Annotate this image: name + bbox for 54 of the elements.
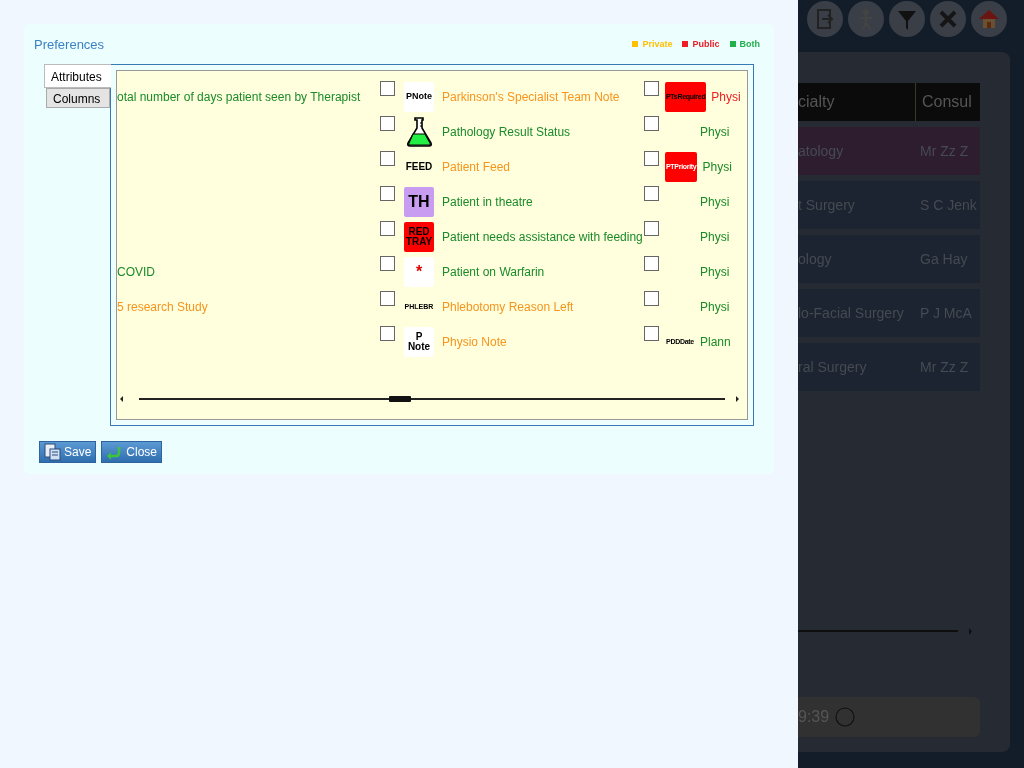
checkbox[interactable] [644, 291, 659, 306]
close-button[interactable]: Close [101, 441, 163, 463]
checkbox[interactable] [644, 221, 659, 236]
checkbox[interactable] [380, 116, 395, 131]
badge-icon: RED TRAY [404, 222, 434, 252]
checkbox[interactable] [380, 291, 395, 306]
attribute-label: otal number of days patient seen by Therapist [117, 89, 361, 106]
attribute-label: Physi [700, 299, 730, 316]
attribute-label: Patient in theatre [442, 194, 533, 211]
dialog-title: Preferences [34, 36, 105, 52]
flask-icon [404, 117, 434, 147]
checkbox[interactable] [380, 326, 395, 341]
attribute-label: Physi [702, 159, 732, 176]
attribute-label: Physio Note [442, 334, 507, 351]
tab[interactable]: Attributes [44, 64, 111, 88]
attribute-label: Patient needs assistance with feeding [442, 229, 643, 246]
checkbox[interactable] [380, 186, 395, 201]
badge-icon: FEED [404, 152, 434, 182]
attribute-label: Plann [700, 334, 731, 351]
attribute-label: Physi [700, 194, 730, 211]
column-header: cialty [798, 83, 916, 121]
checkbox[interactable] [644, 256, 659, 271]
checkbox[interactable] [644, 186, 659, 201]
checkbox[interactable] [380, 151, 395, 166]
legend-label: Both [739, 39, 760, 49]
save-button[interactable]: Save [39, 441, 97, 463]
attribute-label: Physi [700, 264, 730, 281]
attribute-label: Phlebotomy Reason Left [442, 299, 574, 316]
legend-label: Private [642, 39, 673, 49]
document-icon [43, 443, 61, 461]
checkbox[interactable] [644, 151, 659, 166]
attribute-label: 5 research Study [117, 299, 208, 316]
checkbox[interactable] [380, 81, 395, 96]
circle-icon [835, 707, 856, 727]
column-header: Consul [921, 93, 972, 111]
legend-label: Public [692, 39, 720, 49]
checkbox[interactable] [644, 81, 659, 96]
checkbox[interactable] [380, 256, 395, 271]
attribute-label: Physi [700, 124, 730, 141]
attribute-label: Pathology Result Status [442, 124, 571, 141]
badge-icon: P Note [404, 327, 434, 357]
attribute-label: Patient on Warfarin [442, 264, 545, 281]
checkbox[interactable] [644, 116, 659, 131]
badge-icon: TH [404, 187, 434, 217]
attribute-label: Physi [700, 229, 730, 246]
attribute-label: Patient Feed [442, 159, 511, 176]
attribute-label: COVID [117, 264, 155, 281]
tab[interactable]: Columns [46, 88, 110, 108]
attribute-label: Parkinson's Specialist Team Note [442, 89, 620, 106]
checkbox[interactable] [644, 326, 659, 341]
badge-icon: PNote [404, 82, 434, 112]
attribute-label: Physi [711, 89, 741, 106]
checkbox[interactable] [380, 221, 395, 236]
badge-icon: * [404, 257, 434, 287]
